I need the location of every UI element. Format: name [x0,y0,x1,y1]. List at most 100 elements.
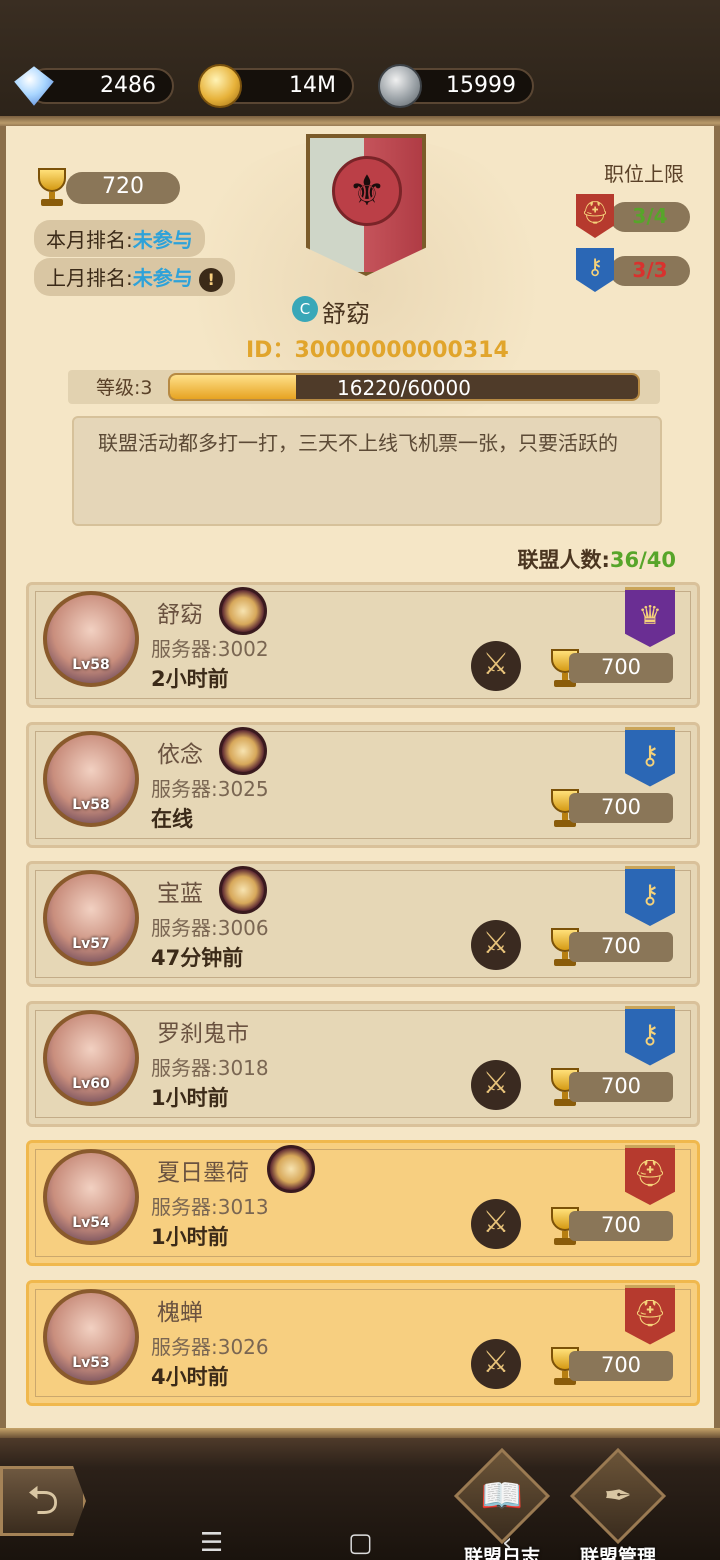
system-home-icon[interactable]: ▢ [348,1528,373,1558]
member-score: 700 [569,932,673,962]
member-title-badge-icon[interactable] [219,726,267,775]
crossed-swords-icon[interactable]: ⚔ [471,920,521,970]
member-level: Lv57 [72,936,110,952]
guild-banner[interactable]: ⚜ [306,134,426,276]
elder-slot-row: 3/4 ⛑ [576,194,690,238]
system-back-icon[interactable]: ‹ [502,1528,512,1558]
member-level: Lv60 [72,1075,110,1092]
exp-progress-bar: 16220/60000 [168,373,640,401]
this-month-rank: 本月排名:未参与 [34,220,205,257]
diamond-value: 2486 [100,73,156,98]
member-row[interactable]: Lv60 罗刹鬼市 服务器:3018 1小时前 ⚷ ⚔ 700 [26,1000,700,1127]
last-month-rank-label: 上月排名: [46,266,133,290]
guild-name: C 舒窈 [292,294,370,329]
member-avatar[interactable]: Lv57 [43,870,139,966]
member-last-online: 47分钟前 [151,946,244,970]
diamond-icon [14,66,54,106]
member-score: 700 [569,792,673,823]
guild-level-label: 等级:3 [96,377,153,399]
back-button[interactable]: ⮌ [0,1466,86,1536]
crossed-swords-icon[interactable]: ⚔ [471,1199,521,1249]
guild-manage-button[interactable]: ✒ 联盟管理 [569,1447,667,1560]
system-menu-icon[interactable]: ☰ [200,1528,223,1558]
member-level: Lv53 [72,1354,110,1371]
member-level: Lv54 [72,1215,110,1231]
silver-coin-icon [378,64,422,108]
member-avatar[interactable]: Lv54 [43,1149,139,1245]
member-name: 罗刹鬼市 [157,1020,249,1047]
member-last-online: 2小时前 [151,667,229,691]
member-count: 联盟人数:36/40 [517,544,676,574]
member-name: 夏日墨荷 [157,1160,249,1186]
member-name: 舒窈 [157,602,203,628]
member-title-badge-icon[interactable] [267,1145,315,1193]
last-month-rank: 上月排名:未参与 ! [34,258,236,296]
exp-progress-text: 16220/60000 [337,376,471,400]
guild-notice[interactable]: 联盟活动都多打一打，三天不上线飞机票一张，只要活跃的 [72,416,662,526]
last-month-rank-value: 未参与 [132,266,193,290]
member-level: Lv58 [72,796,110,813]
member-last-online: 在线 [151,806,193,831]
member-avatar[interactable]: Lv58 [43,591,139,687]
member-score: 700 [569,1350,673,1381]
member-level: Lv58 [72,657,110,673]
member-row[interactable]: Lv57 宝蓝 服务器:3006 47分钟前 ⚷ ⚔ 700 [26,861,700,987]
silver-counter[interactable]: 15999 [378,64,534,108]
silver-value: 15999 [446,73,516,98]
guild-level-bar: 等级:3 16220/60000 [68,370,660,404]
back-arrow-icon: ⮌ [26,1478,60,1524]
resource-bar: 2486 14M 15999 [0,0,720,130]
member-server: 服务器:3026 [151,1334,269,1359]
member-server: 服务器:3025 [151,776,269,801]
diamond-counter[interactable]: 2486 [14,66,174,106]
info-icon[interactable]: ! [199,268,224,292]
member-name: 宝蓝 [157,881,203,907]
guild-manage-label: 联盟管理 [579,1546,656,1560]
crossed-swords-icon[interactable]: ⚔ [471,641,521,691]
gold-value: 14M [289,73,336,98]
book-icon: 📖 [480,1476,524,1516]
member-name: 依念 [157,741,203,768]
helmet-icon: ⛑ [576,194,614,238]
member-count-label: 联盟人数: [517,548,610,572]
guild-id: ID：30000000000314 [246,338,509,363]
officer-slot-count: 3/3 [610,256,690,286]
member-server: 服务器:3006 [151,916,269,940]
member-avatar[interactable]: Lv53 [43,1288,139,1385]
member-row[interactable]: Lv53 槐蝉 服务器:3026 4小时前 ⛑ ⚔ 700 [26,1279,700,1406]
guild-name-text: 舒窈 [322,300,370,328]
member-name: 槐蝉 [157,1299,203,1326]
crossed-swords-icon[interactable]: ⚔ [471,1338,521,1389]
gold-coin-icon [198,64,242,108]
position-limit-title: 职位上限 [604,162,684,186]
officer-slot-row: 3/3 ⚷ [576,248,690,292]
quill-icon: ✒ [603,1476,633,1516]
member-row[interactable]: Lv54 夏日墨荷 服务器:3013 1小时前 ⛑ ⚔ 700 [26,1140,700,1266]
member-count-value: 36/40 [609,548,676,572]
member-last-online: 4小时前 [151,1364,229,1389]
guild-grade-badge: C [292,296,318,322]
guild-trophy-points: 720 [66,172,180,204]
member-server: 服务器:3013 [151,1195,269,1219]
member-last-online: 1小时前 [151,1085,229,1110]
member-score: 700 [569,1211,673,1241]
gold-counter[interactable]: 14M [198,64,354,108]
key-icon: ⚷ [576,248,614,292]
member-score: 700 [569,1071,673,1102]
this-month-rank-value: 未参与 [132,228,193,252]
member-avatar[interactable]: Lv58 [43,730,139,827]
member-title-badge-icon[interactable] [219,587,267,635]
bottom-nav-bar: ⮌ 📖 联盟日志 ✒ 联盟管理 ☰ ▢ ‹ [0,1428,720,1560]
member-score: 700 [569,653,673,683]
crossed-swords-icon[interactable]: ⚔ [471,1059,521,1110]
fleur-emblem-icon: ⚜ [332,156,402,226]
member-server: 服务器:3002 [151,637,269,661]
member-row[interactable]: Lv58 舒窈 服务器:3002 2小时前 ♛ ⚔ 700 [26,582,700,708]
member-title-badge-icon[interactable] [219,866,267,914]
member-server: 服务器:3018 [151,1055,269,1080]
member-last-online: 1小时前 [151,1225,229,1249]
member-avatar[interactable]: Lv60 [43,1009,139,1106]
member-row[interactable]: Lv58 依念 服务器:3025 在线 ⚷ 700 [26,721,700,848]
this-month-rank-label: 本月排名: [46,228,133,252]
elder-slot-count: 3/4 [610,202,690,232]
